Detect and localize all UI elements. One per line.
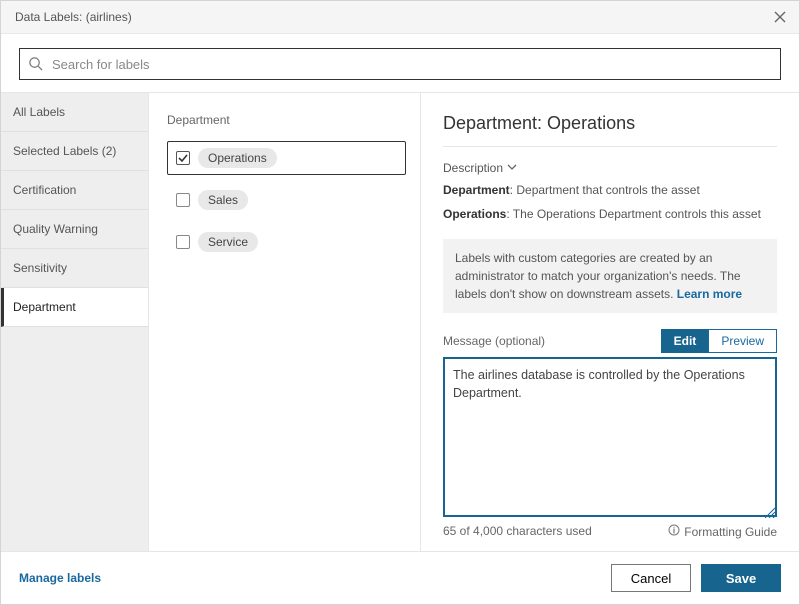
- description-key: Department: [443, 183, 510, 197]
- sidebar-item-certification[interactable]: Certification: [1, 171, 148, 210]
- tab-preview[interactable]: Preview: [708, 329, 777, 353]
- cancel-button[interactable]: Cancel: [611, 564, 691, 592]
- sidebar-item-sensitivity[interactable]: Sensitivity: [1, 249, 148, 288]
- description-toggle[interactable]: Description: [443, 161, 777, 175]
- char-counter: 65 of 4,000 characters used: [443, 524, 592, 539]
- manage-labels-link[interactable]: Manage labels: [19, 571, 101, 585]
- message-textarea[interactable]: [443, 357, 777, 517]
- message-header: Message (optional) Edit Preview: [443, 329, 777, 353]
- tab-edit[interactable]: Edit: [661, 329, 709, 353]
- checkbox-icon[interactable]: [176, 193, 190, 207]
- learn-more-link[interactable]: Learn more: [677, 287, 742, 301]
- save-button[interactable]: Save: [701, 564, 781, 592]
- description-val: : Department that controls the asset: [510, 183, 700, 197]
- info-icon: [668, 524, 680, 539]
- description-key: Operations: [443, 207, 506, 221]
- checkbox-icon[interactable]: [176, 151, 190, 165]
- search-input[interactable]: [50, 56, 772, 73]
- message-label: Message (optional): [443, 334, 545, 348]
- message-box-wrap: [443, 357, 777, 520]
- divider: [443, 146, 777, 147]
- search-input-wrap[interactable]: [19, 48, 781, 80]
- label-pill: Sales: [198, 190, 248, 210]
- sidebar-item-all-labels[interactable]: All Labels: [1, 93, 148, 132]
- close-icon[interactable]: [771, 8, 789, 26]
- checkbox-icon[interactable]: [176, 235, 190, 249]
- sidebar-item-department[interactable]: Department: [1, 288, 148, 327]
- label-option-sales[interactable]: Sales: [167, 183, 406, 217]
- label-option-operations[interactable]: Operations: [167, 141, 406, 175]
- formatting-guide-link[interactable]: Formatting Guide: [668, 524, 777, 539]
- sidebar-item-quality-warning[interactable]: Quality Warning: [1, 210, 148, 249]
- description-label: Description: [443, 161, 503, 175]
- chevron-down-icon: [507, 161, 517, 175]
- label-list-heading: Department: [167, 113, 406, 127]
- dialog-body: All Labels Selected Labels (2) Certifica…: [1, 92, 799, 551]
- resize-handle-icon[interactable]: [763, 506, 775, 518]
- dialog-footer: Manage labels Cancel Save: [1, 551, 799, 604]
- info-box: Labels with custom categories are create…: [443, 239, 777, 313]
- search-icon: [28, 56, 44, 72]
- description-line-2: Operations: The Operations Department co…: [443, 205, 777, 223]
- label-option-service[interactable]: Service: [167, 225, 406, 259]
- data-labels-dialog: Data Labels: (airlines) All Labels Selec…: [0, 0, 800, 605]
- description-line-1: Department: Department that controls the…: [443, 181, 777, 199]
- detail-heading: Department: Operations: [443, 113, 777, 134]
- detail-panel: Department: Operations Description Depar…: [421, 93, 799, 551]
- message-tabs: Edit Preview: [661, 329, 777, 353]
- description-val: : The Operations Department controls thi…: [506, 207, 761, 221]
- label-pill: Operations: [198, 148, 277, 168]
- footer-buttons: Cancel Save: [611, 564, 781, 592]
- label-pill: Service: [198, 232, 258, 252]
- titlebar: Data Labels: (airlines): [1, 1, 799, 34]
- message-footer: 65 of 4,000 characters used Formatting G…: [443, 524, 777, 539]
- label-list-panel: Department Operations Sales Service: [149, 93, 421, 551]
- sidebar-item-selected-labels[interactable]: Selected Labels (2): [1, 132, 148, 171]
- sidebar: All Labels Selected Labels (2) Certifica…: [1, 93, 149, 551]
- formatting-guide-label: Formatting Guide: [684, 525, 777, 539]
- search-row: [1, 34, 799, 92]
- dialog-title: Data Labels: (airlines): [15, 10, 132, 24]
